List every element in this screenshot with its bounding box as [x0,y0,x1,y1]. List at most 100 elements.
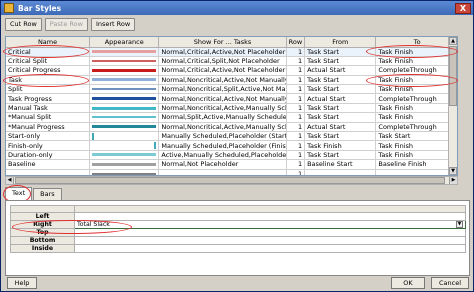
cell-to[interactable]: Task Finish [375,150,457,161]
cell-show-for[interactable]: Normal,Not Placeholder [158,159,287,170]
cell-from[interactable]: Baseline Start [304,159,377,170]
table-row[interactable]: *Manual Split Normal,Split,Active,Manuall… [6,112,457,123]
cell-appearance[interactable] [89,47,160,57]
cell-row[interactable]: 1 [286,56,306,67]
table-row[interactable]: Task Normal,Noncritical,Active,Not Manual… [6,75,457,86]
cell-to[interactable]: Task Finish [375,140,457,151]
cell-to[interactable] [375,169,457,175]
column-header[interactable]: From [304,37,377,48]
cell-name[interactable] [6,169,91,175]
table-row[interactable]: 1 [6,169,457,175]
table-row[interactable]: Baseline Normal,Not Placeholder 1 Baseline … [6,159,457,170]
scroll-thumb[interactable] [449,46,457,106]
cell-appearance[interactable] [89,103,160,114]
cell-row[interactable]: 1 [286,150,306,161]
cell-show-for[interactable]: Normal,Critical,Split,Not Placeholder [158,56,287,67]
cell-row[interactable]: 1 [286,140,306,151]
cell-appearance[interactable] [89,122,160,133]
cell-from[interactable]: Task Start [304,47,377,57]
position-field[interactable] [74,212,466,221]
cell-to[interactable]: Task Start [375,131,457,142]
dropdown-arrow-icon[interactable]: ▼ [456,221,463,228]
position-field[interactable]: Total Slack ▼ [74,220,466,229]
cell-show-for[interactable]: Normal,Critical,Active,Not Placeholder [158,47,287,57]
column-header[interactable]: To [375,37,457,48]
cell-to[interactable]: Task Finish [375,47,457,57]
table-row[interactable]: Manual Task Normal,Noncritical,Active,Man… [6,103,457,114]
cell-to[interactable]: Baseline Finish [375,159,457,170]
cell-name[interactable]: Task [6,75,91,86]
insert-row-button[interactable]: Insert Row [90,18,136,31]
table-row[interactable]: Critical Split Normal,Critical,Split,Not … [6,56,457,67]
cell-from[interactable]: Task Start [304,112,377,123]
cell-name[interactable]: Split [6,84,91,95]
cell-show-for[interactable]: Normal,Critical,Active,Not Placeholder [158,65,287,76]
cell-name[interactable]: Duration-only [6,150,91,161]
scroll-right-icon[interactable]: ▶ [449,177,457,184]
title-bar[interactable]: Bar Styles X [1,1,473,15]
cell-row[interactable]: 1 [286,93,306,104]
table-row[interactable]: *Manual Progress Normal,Noncritical,Activ… [6,122,457,133]
cell-appearance[interactable] [89,75,160,86]
cell-row[interactable]: 1 [286,47,306,57]
cell-row[interactable]: 1 [286,112,306,123]
table-row[interactable]: Critical Progress Normal,Critical,Active,… [6,65,457,76]
tab-text[interactable]: Text [5,187,33,200]
cell-appearance[interactable] [89,131,160,142]
cell-name[interactable]: Finish-only [6,140,91,151]
cell-row[interactable]: 1 [286,65,306,76]
cell-show-for[interactable]: Normal,Noncritical,Active,Not Manually S [158,75,287,86]
table-row[interactable]: Duration-only Active,Manually Scheduled,P… [6,150,457,161]
cell-show-for[interactable]: Normal,Noncritical,Split,Active,Not Manu… [158,84,287,95]
table-row[interactable]: Task Progress Normal,Noncritical,Active,N… [6,93,457,104]
column-header[interactable]: Row [286,37,306,48]
cell-row[interactable]: 1 [286,159,306,170]
cell-from[interactable]: Actual Start [304,65,377,76]
cell-name[interactable]: Critical [6,47,91,57]
cell-show-for[interactable]: Manually Scheduled,Placeholder (Finish),… [158,140,287,151]
cell-name[interactable]: *Manual Progress [6,122,91,133]
cell-appearance[interactable] [89,84,160,95]
cut-row-button[interactable]: Cut Row [5,18,42,31]
cell-to[interactable]: Task Finish [375,103,457,114]
cell-appearance[interactable] [89,112,160,123]
cell-appearance[interactable] [89,65,160,76]
cell-from[interactable]: Task Start [304,131,377,142]
cell-row[interactable]: 1 [286,131,306,142]
cell-from[interactable]: Task Finish [304,140,377,151]
cell-show-for[interactable]: Normal,Noncritical,Active,Manually Sched [158,122,287,133]
cell-to[interactable]: Task Finish [375,75,457,86]
tab-bars[interactable]: Bars [33,188,62,200]
cancel-button[interactable]: Cancel [431,277,469,289]
cell-show-for[interactable] [158,169,287,175]
cell-row[interactable]: 1 [286,75,306,86]
column-header[interactable]: Show For ... Tasks [158,37,287,48]
scroll-up-icon[interactable]: ▲ [449,37,457,45]
cell-to[interactable]: CompleteThrough [375,122,457,133]
cell-appearance[interactable] [89,56,160,67]
horizontal-scroll-thumb[interactable] [15,177,445,184]
ok-button[interactable]: OK [391,277,425,289]
cell-from[interactable]: Task Start [304,150,377,161]
cell-name[interactable]: *Manual Split [6,112,91,123]
cell-row[interactable]: 1 [286,169,306,175]
cell-show-for[interactable]: Normal,Noncritical,Active,Not Manually S [158,93,287,104]
scroll-left-icon[interactable]: ◀ [6,177,14,184]
table-row[interactable]: Split Normal,Noncritical,Split,Active,Not… [6,84,457,95]
table-row[interactable]: Finish-only Manually Scheduled,Placeholde… [6,140,457,151]
paste-row-button[interactable]: Paste Row [44,18,88,31]
cell-name[interactable]: Manual Task [6,103,91,114]
position-field[interactable] [74,236,466,245]
cell-from[interactable]: Task Start [304,103,377,114]
cell-from[interactable]: Task Start [304,56,377,67]
column-header[interactable]: Name [6,37,91,48]
cell-row[interactable]: 1 [286,103,306,114]
cell-name[interactable]: Critical Progress [6,65,91,76]
cell-row[interactable]: 1 [286,84,306,95]
position-field[interactable] [74,244,466,253]
cell-from[interactable]: Task Start [304,84,377,95]
cell-show-for[interactable]: Active,Manually Scheduled,Placeholder (D [158,150,287,161]
cell-name[interactable]: Baseline [6,159,91,170]
cell-show-for[interactable]: Normal,Split,Active,Manually Scheduled,N [158,112,287,123]
cell-to[interactable]: CompleteThrough [375,65,457,76]
